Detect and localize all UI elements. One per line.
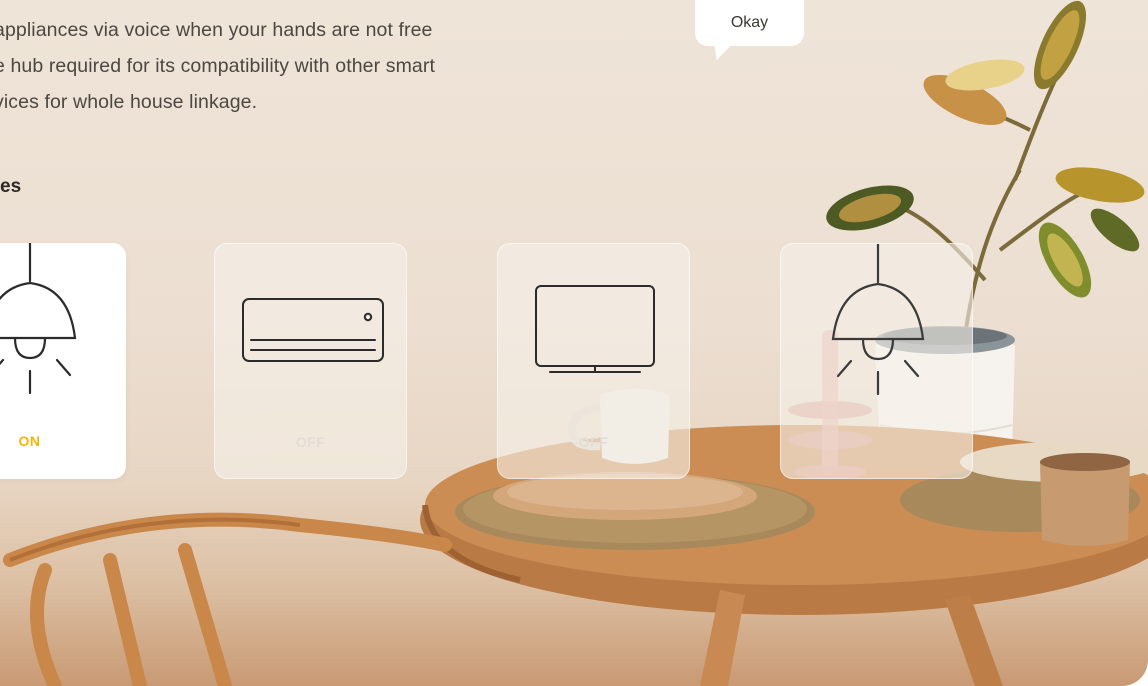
device-status-label: OFF xyxy=(578,434,609,450)
smart-home-scene: appliances via voice when your hands are… xyxy=(0,0,1148,686)
device-card-lamp[interactable]: ON xyxy=(0,243,126,479)
ceiling-lamp-icon xyxy=(831,244,925,396)
device-status-label: ON xyxy=(18,433,41,449)
device-card-air-conditioner[interactable]: OFF xyxy=(214,243,407,479)
voice-reply-bubble[interactable]: Okay xyxy=(695,0,804,46)
device-status-label: OFF xyxy=(295,434,326,450)
voice-reply-label: Okay xyxy=(730,14,769,31)
feature-description: appliances via voice when your hands are… xyxy=(0,19,435,113)
section-title: es xyxy=(0,176,22,197)
device-card-television[interactable]: OFF xyxy=(497,243,690,479)
device-card-lamp-2[interactable] xyxy=(780,243,973,479)
